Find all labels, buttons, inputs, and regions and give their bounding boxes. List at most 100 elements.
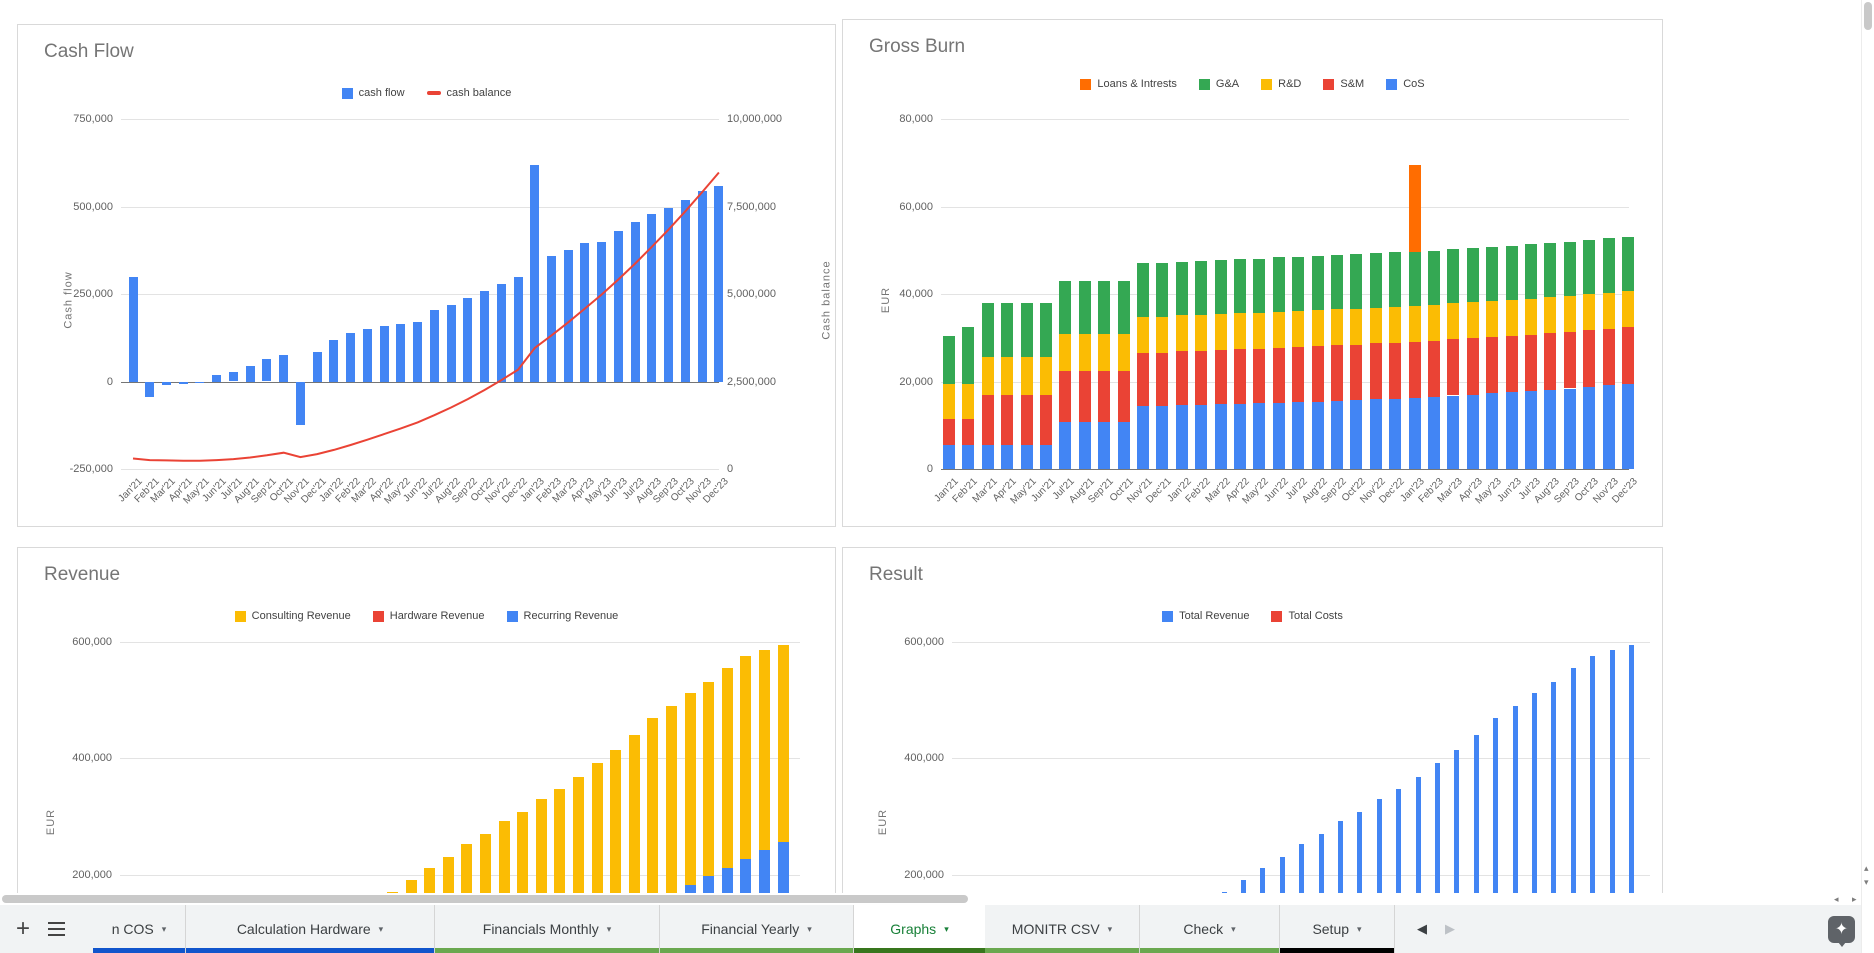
stacked-bar-segment: [1486, 393, 1499, 469]
sheet-tab-financials-monthly[interactable]: Financials Monthly ▾: [435, 905, 660, 953]
legend-swatch: [234, 610, 246, 622]
stacked-bar-segment: [1040, 302, 1052, 358]
stacked-bar-segment: [740, 655, 752, 859]
tab-dropdown-icon[interactable]: ▾: [1108, 924, 1113, 935]
stacked-bar-segment: [1408, 252, 1421, 307]
vertical-scrollbar-thumb[interactable]: [1864, 2, 1872, 30]
horizontal-scrollbar[interactable]: ◂ ▸: [0, 893, 1874, 905]
stacked-bar-segment: [1078, 370, 1091, 422]
legend-item: Hardware Revenue: [372, 610, 485, 622]
prev-tab-button[interactable]: ◀: [1417, 921, 1427, 937]
sheet-tab-calculation-hardware[interactable]: Calculation Hardware ▾: [186, 905, 435, 953]
left-axis-title: EUR: [880, 286, 893, 314]
legend-label: Consulting Revenue: [251, 610, 351, 622]
tab-dropdown-icon[interactable]: ▾: [162, 924, 167, 935]
scroll-left-icon[interactable]: ◂: [1834, 895, 1839, 904]
stacked-bar-segment: [1622, 236, 1634, 291]
stacked-bar-segment: [1292, 256, 1305, 312]
scroll-up-icon[interactable]: ▴: [1864, 864, 1869, 873]
legend-swatch: [506, 610, 518, 622]
stacked-bar-segment: [1428, 340, 1440, 397]
tab-color-stripe: [985, 948, 1139, 953]
gross-burn-chart-card[interactable]: Gross Burn Loans & Intrests G&A R&D S&M CoS 80…: [842, 19, 1663, 527]
sheet-tab-setup[interactable]: Setup ▾: [1280, 905, 1395, 953]
legend-label: Total Costs: [1288, 610, 1343, 622]
plot-area: [941, 119, 1634, 470]
cash-flow-chart-card[interactable]: Cash Flow cash flow cash balance 750,000 500…: [17, 24, 836, 527]
horizontal-scrollbar-thumb[interactable]: [2, 895, 968, 903]
stacked-bar-segment: [1602, 238, 1615, 293]
chart-title: Gross Burn: [869, 36, 966, 57]
stacked-bar-segment: [1001, 394, 1014, 445]
gridline: [120, 642, 800, 643]
legend-label: Total Revenue: [1179, 610, 1250, 622]
add-sheet-button[interactable]: +: [16, 917, 30, 941]
sheet-tab-financial-yearly[interactable]: Financial Yearly ▾: [660, 905, 854, 953]
stacked-bar-segment: [1078, 421, 1091, 469]
stacked-bar-segment: [1098, 421, 1111, 469]
stacked-bar-segment: [1525, 244, 1537, 299]
stacked-bar-segment: [628, 735, 640, 911]
legend-item: G&A: [1198, 78, 1239, 90]
scroll-down-icon[interactable]: ▾: [1864, 878, 1869, 887]
stacked-bar-segment: [1563, 295, 1576, 332]
tab-dropdown-icon[interactable]: ▾: [944, 924, 949, 935]
tab-color-stripe: [1140, 948, 1279, 953]
stacked-bar-segment: [1156, 406, 1169, 469]
sheet-tab-check[interactable]: Check ▾: [1140, 905, 1280, 953]
stacked-bar-segment: [777, 644, 789, 842]
sheet-tab-label: Check: [1183, 921, 1224, 937]
y-axis-tick-label: 600,000: [904, 636, 944, 648]
legend-item: cash balance: [426, 87, 511, 99]
stacked-bar-segment: [1040, 444, 1052, 469]
legend-item: S&M: [1323, 78, 1364, 90]
stacked-bar-segment: [943, 383, 955, 419]
legend-item: Loans & Intrests: [1080, 78, 1177, 90]
legend-label: Loans & Intrests: [1097, 78, 1177, 90]
y-axis-tick-label: -250,000: [69, 463, 113, 475]
stacked-bar-segment: [1234, 403, 1246, 469]
tab-dropdown-icon[interactable]: ▾: [1357, 924, 1362, 935]
sheet-tab-bar: + n COS ▾ Calculation Hardware ▾ Financials …: [0, 905, 1874, 953]
sheet-tab-graphs[interactable]: Graphs ▾: [854, 905, 985, 953]
stacked-bar-segment: [721, 667, 733, 868]
stacked-bar-segment: [1428, 304, 1440, 341]
stacked-bar-segment: [1525, 391, 1537, 469]
stacked-bar-segment: [1059, 280, 1072, 335]
scroll-right-icon[interactable]: ▸: [1852, 895, 1857, 904]
stacked-bar-segment: [1331, 254, 1343, 310]
sheet-tab-monitr-csv[interactable]: MONITR CSV ▾: [985, 905, 1140, 953]
all-sheets-menu-button[interactable]: [48, 921, 66, 937]
chart-legend: Loans & Intrests G&A R&D S&M CoS: [843, 78, 1662, 90]
y-axis-tick-label: 0: [106, 375, 113, 388]
tab-dropdown-icon[interactable]: ▾: [607, 924, 612, 935]
stacked-bar-segment: [1234, 313, 1246, 350]
stacked-bar-segment: [1253, 312, 1266, 349]
stacked-bar-segment: [1408, 306, 1421, 343]
stacked-bar-segment: [1544, 243, 1557, 298]
tab-dropdown-icon[interactable]: ▾: [807, 924, 812, 935]
y-axis-tick-label: 20,000: [899, 375, 933, 388]
stacked-bar-segment: [1137, 317, 1149, 354]
tab-dropdown-icon[interactable]: ▾: [1231, 924, 1236, 935]
stacked-bar-segment: [1156, 353, 1169, 407]
legend-label: CoS: [1403, 78, 1425, 90]
stacked-bar-segment: [943, 335, 955, 384]
gridline: [941, 469, 1629, 470]
stacked-bar-segment: [1292, 346, 1305, 403]
stacked-bar-segment: [1466, 338, 1479, 395]
stacked-bar-segment: [962, 444, 975, 469]
stacked-bar-segment: [1447, 395, 1460, 469]
sparkle-extension-button[interactable]: ✦: [1828, 916, 1855, 947]
stacked-bar-segment: [1195, 314, 1208, 351]
tab-dropdown-icon[interactable]: ▾: [379, 924, 384, 935]
vertical-scrollbar[interactable]: ▴ ▾: [1861, 0, 1874, 953]
stacked-bar-segment: [1602, 292, 1615, 329]
y-axis-tick-label-right: 7,500,000: [727, 200, 776, 213]
sheet-tab-n-cos[interactable]: n COS ▾: [93, 905, 186, 953]
chart-title: Result: [869, 564, 923, 585]
stacked-bar-segment: [1408, 398, 1421, 469]
stacked-bar-segment: [1408, 342, 1421, 399]
y-axis-tick-label: 500,000: [73, 200, 113, 213]
next-tab-button[interactable]: ▶: [1445, 921, 1455, 937]
